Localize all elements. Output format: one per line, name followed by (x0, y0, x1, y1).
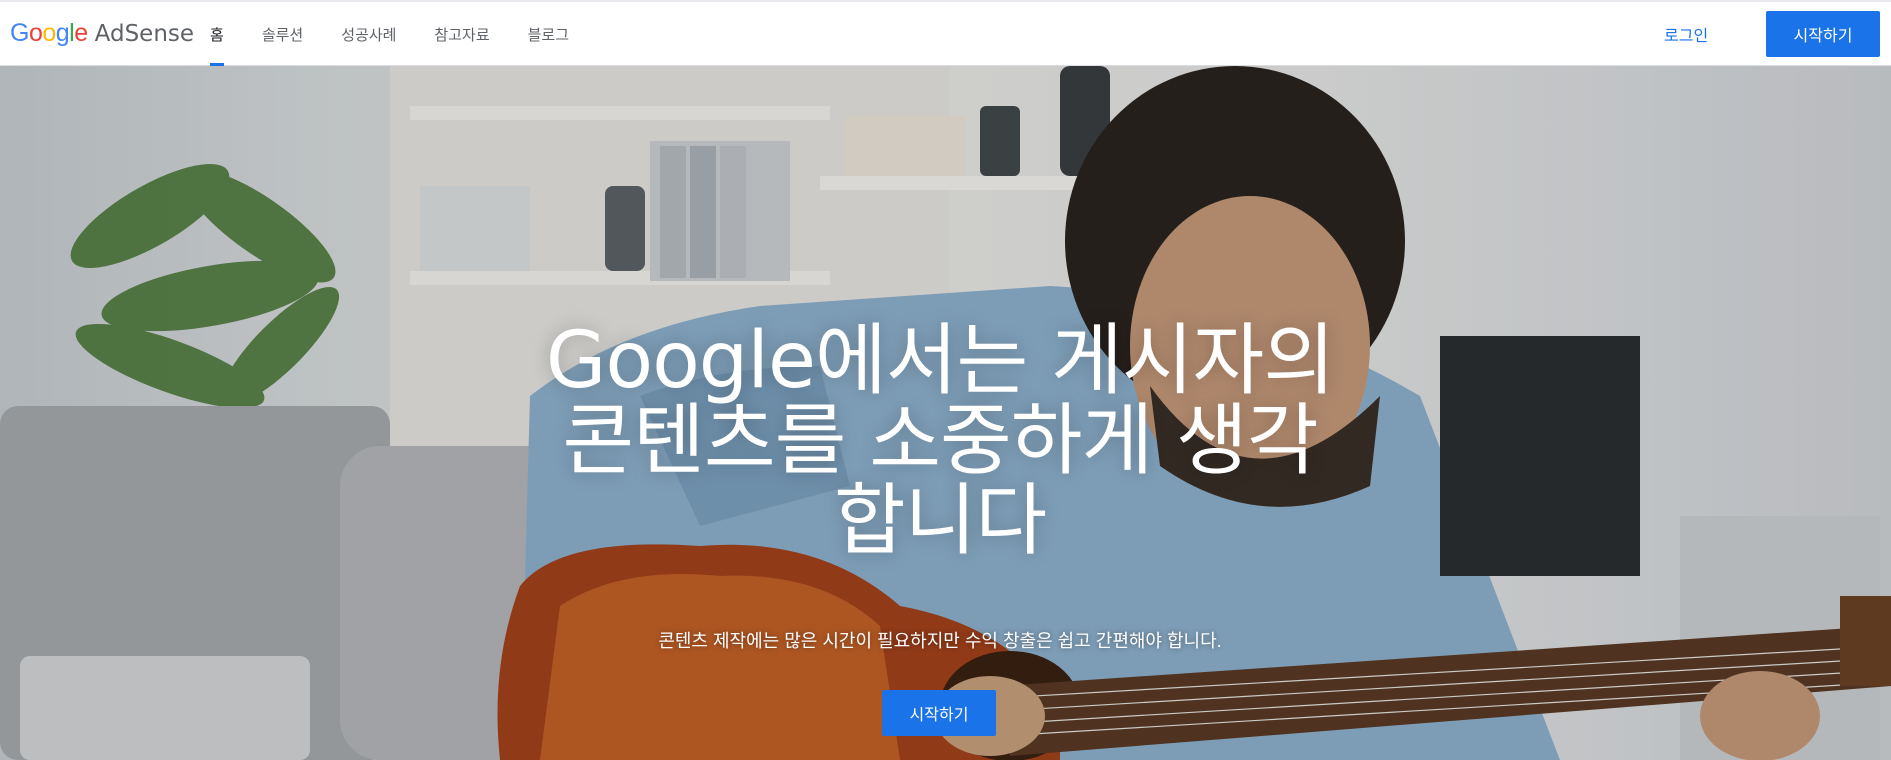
header-start-button[interactable]: 시작하기 (1766, 11, 1880, 57)
hero-start-button[interactable]: 시작하기 (882, 690, 996, 736)
hero-content: Google에서는 게시자의 콘텐츠를 소중하게 생각합니다 콘텐츠 제작에는 … (0, 66, 1891, 760)
nav-item-success-stories[interactable]: 성공사례 (341, 2, 396, 66)
hero-headline: Google에서는 게시자의 콘텐츠를 소중하게 생각합니다 (545, 316, 1335, 566)
logo-letter-g: G (10, 19, 29, 47)
login-link[interactable]: 로그인 (1664, 2, 1708, 66)
google-wordmark: Google (10, 19, 88, 48)
logo-letter-o1: o (28, 19, 43, 47)
hero-subline: 콘텐츠 제작에는 많은 시간이 필요하지만 수익 창출은 쉽고 간편해야 합니다… (658, 631, 1222, 651)
product-name: AdSense (94, 21, 195, 47)
nav-item-home[interactable]: 홈 (210, 2, 224, 66)
nav-item-solutions[interactable]: 솔루션 (262, 2, 303, 66)
main-nav: 홈 솔루션 성공사례 참고자료 블로그 (210, 2, 607, 66)
logo-letter-o2: o (42, 19, 56, 47)
google-adsense-logo[interactable]: Google AdSense (10, 19, 194, 49)
logo-letter-g2: g (55, 19, 70, 47)
nav-item-resources[interactable]: 참고자료 (434, 2, 489, 66)
nav-item-blog[interactable]: 블로그 (528, 2, 569, 66)
hero-section: Google에서는 게시자의 콘텐츠를 소중하게 생각합니다 콘텐츠 제작에는 … (0, 66, 1891, 760)
site-header: Google AdSense 홈 솔루션 성공사례 참고자료 블로그 로그인 시… (0, 2, 1891, 66)
logo-letter-e: e (74, 19, 88, 47)
